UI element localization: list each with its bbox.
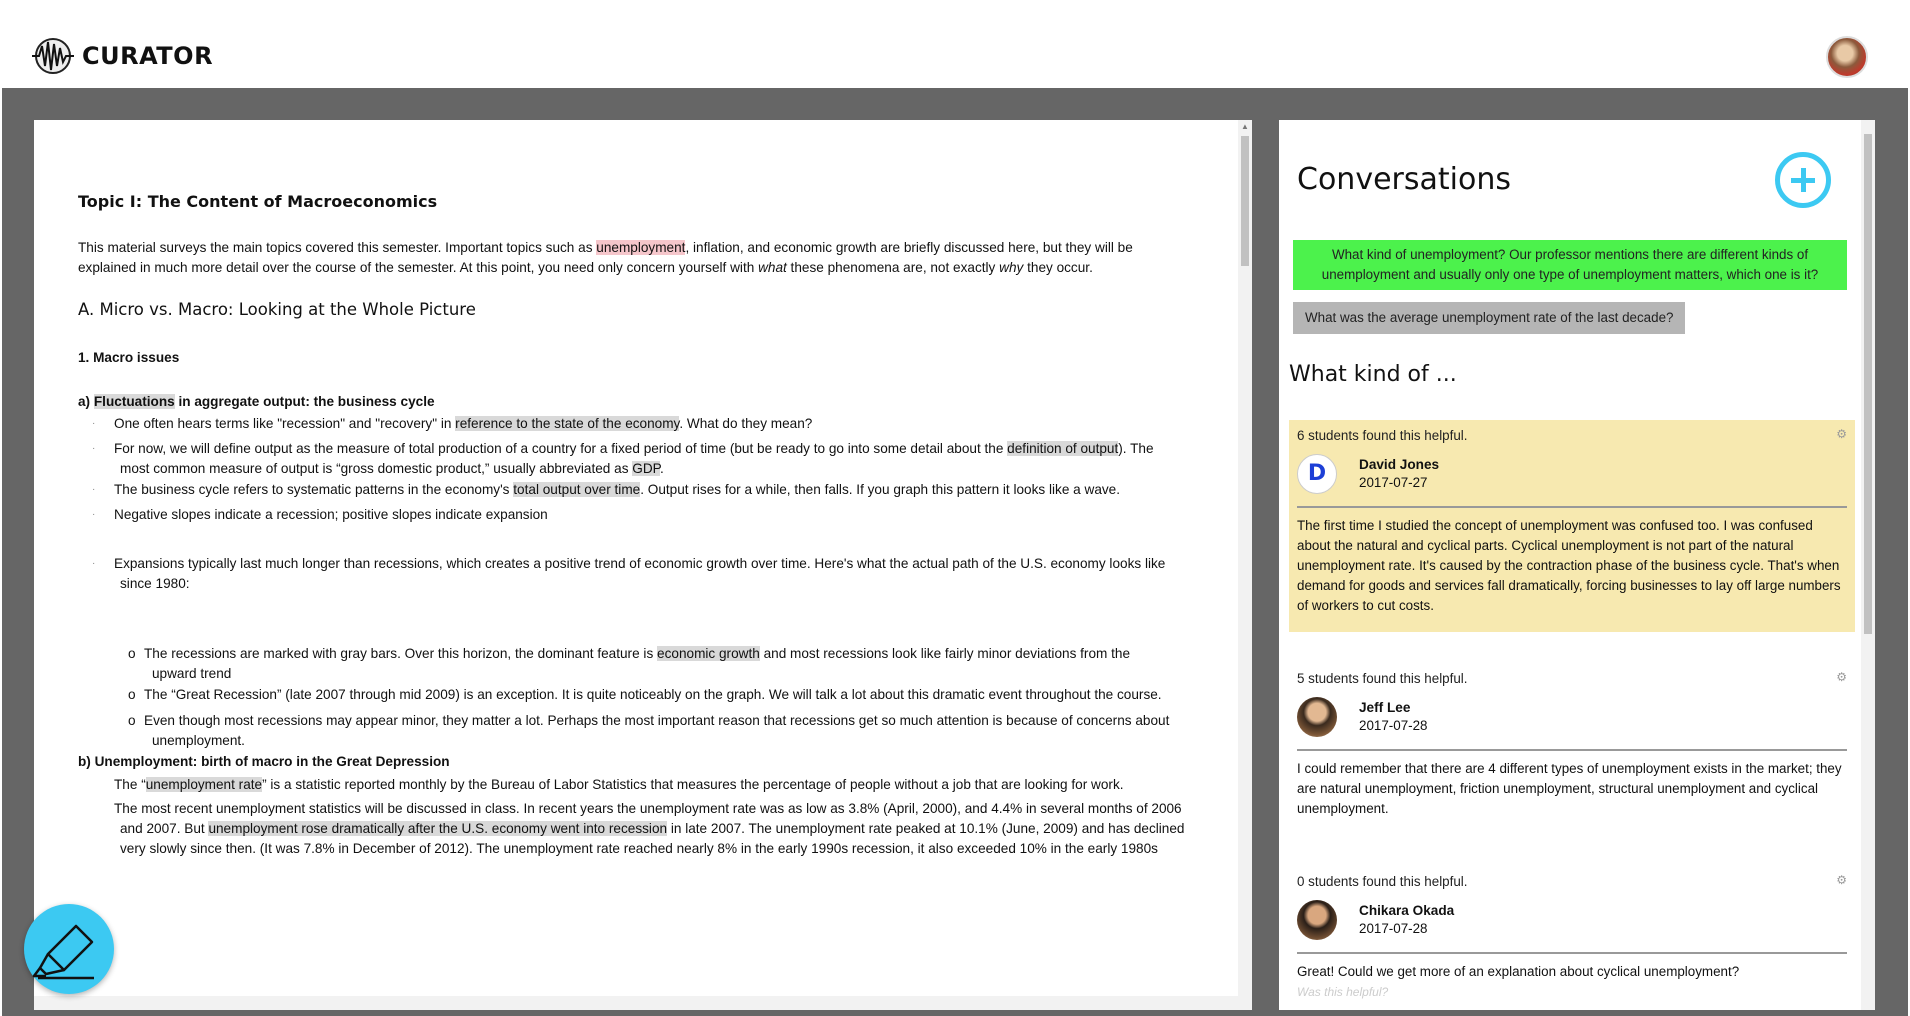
document-horizontal-scrollbar[interactable] [34, 996, 1252, 1010]
highlighter-pen-icon [32, 924, 94, 980]
section-1-heading: 1. Macro issues [78, 350, 180, 365]
highlight-unemployment-rate[interactable]: unemployment rate [145, 777, 263, 792]
top-bar: CURATOR [0, 0, 1910, 88]
highlighter-button[interactable] [24, 904, 114, 994]
highlight-unemployment[interactable]: unemployment [596, 240, 686, 255]
thread-title: What kind of ... [1289, 362, 1457, 387]
answer-date: 2017-07-28 [1359, 718, 1428, 733]
subbullet-great-recession: o The “Great Recession” (late 2007 throu… [128, 687, 1162, 702]
highlight-unemployment-rose[interactable]: unemployment rose dramatically after the… [208, 821, 668, 836]
author-name[interactable]: David Jones [1359, 456, 1439, 474]
gear-icon[interactable]: ⚙ [1836, 870, 1847, 890]
subsection-a-heading: a) Fluctuations in aggregate output: the… [78, 394, 435, 409]
highlight-gdp[interactable]: GDP [632, 461, 660, 476]
conversations-title: Conversations [1297, 162, 1511, 197]
document-scrollbar[interactable]: ▲ ▼ [1238, 120, 1252, 1010]
answer-date: 2017-07-28 [1359, 921, 1428, 936]
answer-card: ⚙ 0 students found this helpful. Chikara… [1289, 866, 1855, 1010]
intro-paragraph: This material surveys the main topics co… [78, 240, 1133, 275]
bullet-unemployment-rate: The “unemployment rate” is a statistic r… [114, 777, 1124, 792]
bullet-business-cycle: · The business cycle refers to systemati… [92, 482, 1121, 497]
highlight-definition-output[interactable]: definition of output [1007, 441, 1119, 456]
answer-card: ⚙ 5 students found this helpful. Jeff Le… [1289, 663, 1855, 823]
app-logo[interactable]: CURATOR [30, 36, 213, 76]
answer-text: The first time I studied the concept of … [1297, 518, 1841, 613]
answer-author: Chikara Okada 2017-07-28 [1297, 898, 1847, 942]
subbullet-recessions-gray: o The recessions are marked with gray ba… [128, 646, 1131, 681]
highlight-reference-state[interactable]: reference to the state of the economy [455, 416, 680, 431]
subbullet-recessions-matter: o Even though most recessions may appear… [128, 713, 1170, 748]
bullet-slopes: · Negative slopes indicate a recession; … [92, 507, 548, 522]
document-panel: Topic I: The Content of Macroeconomics T… [34, 120, 1252, 1010]
user-avatar[interactable] [1826, 36, 1868, 78]
bullet-expansions: · Expansions typically last much longer … [92, 556, 1166, 591]
question-average-unemployment[interactable]: What was the average unemployment rate o… [1293, 302, 1686, 334]
author-name[interactable]: Chikara Okada [1359, 902, 1454, 920]
gear-icon[interactable]: ⚙ [1836, 667, 1847, 687]
bullet-recent-statistics: The most recent unemployment statistics … [114, 801, 1185, 856]
answer-text: I could remember that there are 4 differ… [1297, 761, 1842, 816]
highlight-economic-growth[interactable]: economic growth [657, 646, 760, 661]
avatar[interactable] [1297, 900, 1337, 940]
helpful-count: 6 students found this helpful. [1297, 428, 1468, 443]
divider [1297, 952, 1847, 954]
divider [1297, 749, 1847, 751]
bullet-recession-terms: · One often hears terms like "recession"… [92, 416, 813, 431]
conversations-scrollbar[interactable] [1861, 120, 1875, 1010]
helpful-count: 0 students found this helpful. [1297, 874, 1468, 889]
bullet-define-output: · For now, we will define output as the … [92, 441, 1154, 476]
brainwave-icon [32, 38, 74, 74]
answer-card: ⚙ 6 students found this helpful. D David… [1289, 420, 1855, 632]
answer-author: Jeff Lee 2017-07-28 [1297, 695, 1847, 739]
answer-date: 2017-07-27 [1359, 475, 1428, 490]
document-title: Topic I: The Content of Macroeconomics [78, 192, 438, 211]
conversations-scroll-thumb[interactable] [1864, 134, 1872, 634]
helpful-count: 5 students found this helpful. [1297, 671, 1468, 686]
avatar[interactable]: D [1297, 454, 1337, 494]
gear-icon[interactable]: ⚙ [1836, 424, 1847, 444]
answer-text: Great! Could we get more of an explanati… [1297, 964, 1740, 979]
helpful-prompt[interactable]: Was this helpful? [1297, 982, 1847, 1002]
document-scroll-thumb[interactable] [1241, 136, 1249, 266]
divider [1297, 506, 1847, 508]
author-name[interactable]: Jeff Lee [1359, 699, 1428, 717]
conversations-panel: Conversations What kind of unemployment?… [1279, 120, 1875, 1010]
app-name: CURATOR [82, 42, 214, 70]
subsection-b-heading: b) Unemployment: birth of macro in the G… [78, 754, 450, 769]
section-a-heading: A. Micro vs. Macro: Looking at the Whole… [78, 300, 476, 319]
avatar[interactable] [1297, 697, 1337, 737]
add-conversation-button[interactable] [1775, 152, 1831, 208]
highlight-total-output[interactable]: total output over time [513, 482, 641, 497]
question-active[interactable]: What kind of unemployment? Our professor… [1293, 240, 1847, 290]
answer-author: D David Jones 2017-07-27 [1297, 452, 1847, 496]
highlight-fluctuations[interactable]: Fluctuations [93, 394, 175, 409]
